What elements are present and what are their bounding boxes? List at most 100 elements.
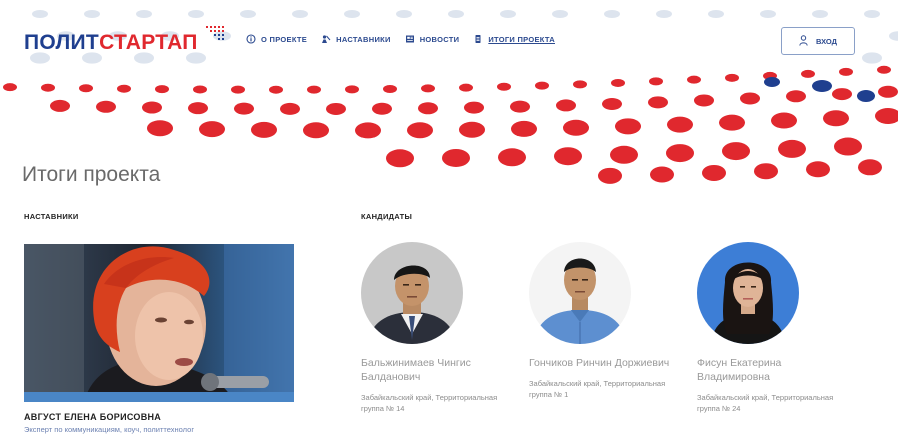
red-dot [778,139,806,158]
candidate-name[interactable]: Бальжинимаев Чингис Балданович [361,356,521,384]
nav-results[interactable]: ИТОГИ ПРОЕКТА [473,34,555,44]
red-dot [464,101,484,114]
red-dot [459,121,485,138]
blue-dot [812,80,832,92]
mentors-icon [321,34,331,44]
candidates-section-label: КАНДИДАТЫ [361,212,413,221]
red-dot [231,85,245,94]
logo-text-part2: СТАРТАП [99,31,198,54]
news-icon [405,34,415,44]
red-dot [79,84,93,93]
red-dot [418,102,438,115]
candidate-card[interactable]: Бальжинимаев Чингис Балданович Забайкаль… [361,242,521,414]
red-dot [280,102,300,115]
candidate-region: Забайкальский край, Территориальная груп… [697,393,834,413]
red-dot [875,107,898,124]
red-dot [535,81,549,90]
logo-grid-icon [206,26,224,40]
red-dot [407,122,433,139]
red-dot [251,121,277,138]
red-dot [442,148,470,167]
red-dot [307,85,321,94]
nav-mentors[interactable]: НАСТАВНИКИ [321,34,391,44]
red-dot [702,164,726,181]
red-dot [771,112,797,129]
red-dot [573,80,587,89]
red-dot [832,88,852,101]
candidate-name[interactable]: Фисун Екатерина Владимировна [697,356,857,384]
mentor-name[interactable]: АВГУСТ ЕЛЕНА БОРИСОВНА [24,412,161,422]
red-dot [142,101,162,114]
candidate-card[interactable]: Фисун Екатерина Владимировна Забайкальск… [697,242,857,414]
red-dot [345,85,359,94]
red-dot [326,102,346,115]
red-dot [355,122,381,139]
red-dot [421,84,435,93]
red-dot [459,83,473,92]
candidate-avatar[interactable] [361,242,463,344]
red-dot [563,119,589,136]
red-dot [834,137,862,156]
red-dot [722,142,750,161]
mentors-section-label: НАСТАВНИКИ [24,212,79,221]
results-icon [473,34,483,44]
red-dot [117,84,131,93]
candidate-avatar[interactable] [529,242,631,344]
red-dot [554,147,582,166]
red-dot [823,110,849,127]
nav-mentors-label: НАСТАВНИКИ [336,34,391,44]
red-dot [598,167,622,184]
red-dot [615,118,641,135]
mentor-photo[interactable] [24,244,294,402]
site-logo[interactable]: ПОЛИТСТАРТАП [24,31,198,55]
red-dot [858,159,882,176]
candidate-avatar[interactable] [697,242,799,344]
user-icon [799,34,808,48]
red-dot [806,161,830,178]
red-dot [386,149,414,168]
red-dot [193,85,207,94]
page-title: Итоги проекта [22,163,161,186]
red-dot [41,83,55,92]
site-header: ПОЛИТСТАРТАП О ПРОЕКТЕ НАСТАВНИКИ НОВОСТ… [0,0,898,80]
red-dot [497,82,511,91]
candidate-name[interactable]: Гончиков Ринчин Доржиевич [529,356,689,370]
red-dot [694,94,714,107]
nav-news-label: НОВОСТИ [419,34,460,44]
candidate-region: Забайкальский край, Территориальная груп… [361,393,498,413]
red-dot [611,78,625,87]
red-dot [510,100,530,113]
mentor-description: Эксперт по коммуникациям, коуч, политтех… [24,425,195,434]
red-dot [234,102,254,115]
red-dot [786,90,806,103]
candidate-region: Забайкальский край, Территориальная груп… [529,379,666,399]
red-dot [303,122,329,139]
login-button[interactable]: ВХОД [781,27,855,55]
red-dot [740,92,760,105]
nav-about[interactable]: О ПРОЕКТЕ [246,34,307,44]
red-dot [511,120,537,137]
red-dot [610,145,638,164]
login-label: ВХОД [815,36,838,46]
red-dot [372,102,392,115]
logo-text-part1: ПОЛИТ [24,31,100,54]
candidate-card[interactable]: Гончиков Ринчин Доржиевич Забайкальский … [529,242,689,400]
nav-news[interactable]: НОВОСТИ [405,34,460,44]
red-dot [556,99,576,112]
red-dot [667,116,693,133]
red-dot [96,100,116,113]
nav-results-label: ИТОГИ ПРОЕКТА [488,34,555,44]
red-dot [648,96,668,109]
red-dot [878,85,898,98]
main-nav: О ПРОЕКТЕ НАСТАВНИКИ НОВОСТИ ИТОГИ ПРОЕК… [246,34,555,44]
red-dot [155,85,169,94]
red-dot [383,84,397,93]
red-dot [498,148,526,167]
red-dot [188,102,208,115]
red-dot [666,144,694,163]
red-dot [147,120,173,137]
nav-about-label: О ПРОЕКТЕ [261,34,308,44]
red-dot [602,97,622,110]
info-icon [246,34,256,44]
red-dot [50,99,70,112]
